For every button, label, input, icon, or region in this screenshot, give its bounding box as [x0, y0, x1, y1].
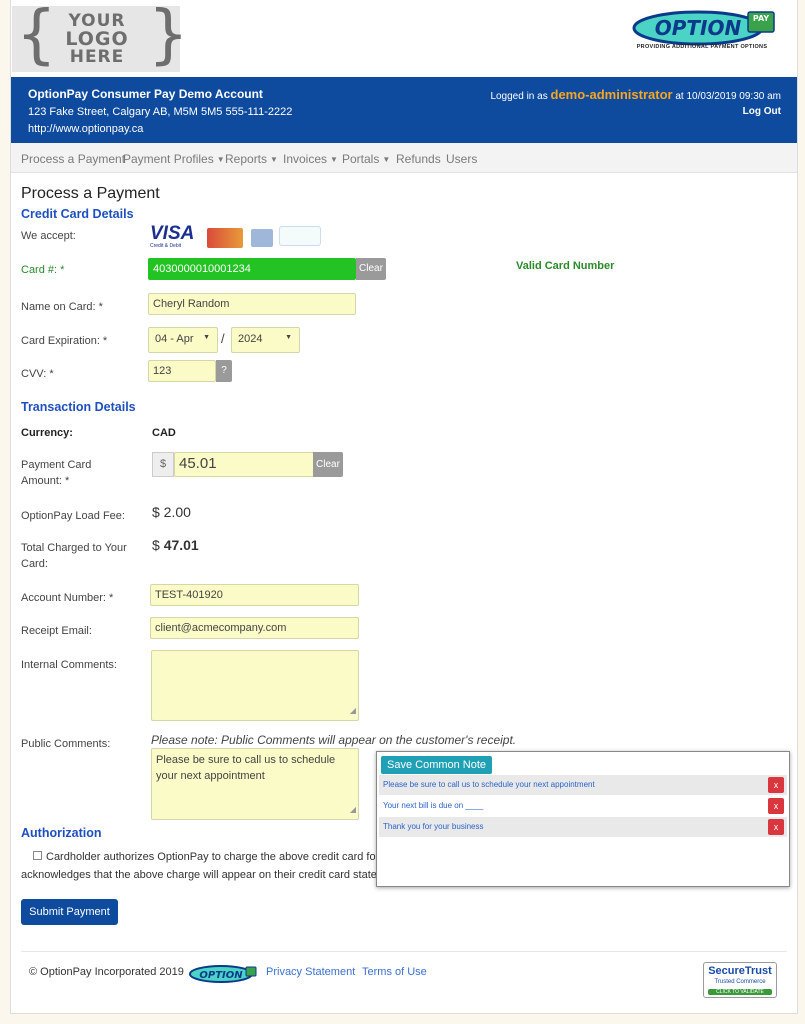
privacy-statement-link[interactable]: Privacy Statement: [266, 966, 355, 978]
card-number-label: Card #: *: [21, 264, 65, 276]
securetrust-badge[interactable]: SecureTrust Trusted Commerce CLICK TO VA…: [703, 962, 777, 998]
nav-reports[interactable]: Reports ▼: [225, 152, 278, 166]
remove-note-button[interactable]: x: [768, 798, 784, 814]
svg-text:PAY: PAY: [753, 14, 770, 23]
select-arrow-icon: ▼: [203, 334, 210, 341]
common-note-item[interactable]: Your next bill is due on ____ x: [379, 796, 787, 816]
caret-down-icon: ▼: [270, 155, 278, 164]
authorization-checkbox[interactable]: [33, 851, 42, 860]
cvv-input[interactable]: 123: [148, 360, 216, 382]
logo-placeholder-text: YOUR LOGO HERE: [65, 11, 129, 67]
payment-amount-label: Payment Card Amount: *: [21, 459, 92, 487]
credit-card-section-title: Credit Card Details: [21, 207, 134, 221]
main-nav: Process a Payment Payment Profiles ▼ Repo…: [11, 143, 797, 173]
caret-down-icon: ▼: [382, 155, 391, 164]
clear-amount-button[interactable]: Clear: [313, 452, 343, 477]
terms-of-use-link[interactable]: Terms of Use: [362, 966, 427, 978]
mastercard-logo: [207, 228, 243, 248]
clear-card-button[interactable]: Clear: [356, 258, 386, 280]
account-name: OptionPay Consumer Pay Demo Account: [28, 87, 263, 101]
common-note-item[interactable]: Please be sure to call us to schedule yo…: [379, 775, 787, 795]
expiry-month-select[interactable]: 04 - Apr ▼: [148, 327, 218, 353]
footer-optionpay-logo: OPTION: [189, 965, 257, 983]
load-fee-value: $ 2.00: [152, 504, 191, 520]
name-on-card-input[interactable]: Cheryl Random: [148, 293, 356, 315]
left-brace-icon: {: [16, 0, 57, 72]
receipt-email-input[interactable]: client@acmecompany.com: [150, 617, 359, 639]
nav-payment-profiles[interactable]: Payment Profiles ▼: [123, 152, 225, 166]
card-brand-logo: [279, 226, 321, 246]
username: demo-administrator: [550, 87, 673, 102]
name-on-card-label: Name on Card: *: [21, 301, 103, 313]
receipt-email-label: Receipt Email:: [21, 625, 92, 637]
logo-placeholder: { YOUR LOGO HERE }: [12, 2, 189, 72]
internal-comments-label: Internal Comments:: [21, 659, 117, 671]
account-number-label: Account Number: *: [21, 592, 114, 604]
authorization-section-title: Authorization: [21, 826, 102, 840]
account-address: 123 Fake Street, Calgary AB, M5M 5M5 555…: [28, 106, 293, 118]
submit-payment-button[interactable]: Submit Payment: [21, 899, 118, 925]
svg-text:OPTION: OPTION: [655, 16, 742, 40]
common-note-item[interactable]: Thank you for your business x: [379, 817, 787, 837]
account-website[interactable]: http://www.optionpay.ca: [28, 123, 143, 135]
amex-logo: [251, 229, 273, 247]
public-comments-textarea[interactable]: Please be sure to call us to schedule yo…: [151, 748, 359, 820]
payment-amount-input[interactable]: 45.01: [174, 452, 314, 477]
card-expiration-label: Card Expiration: *: [21, 335, 108, 347]
total-charged-label: Total Charged to Your Card:: [21, 542, 127, 570]
internal-comments-textarea[interactable]: ◢: [151, 650, 359, 721]
remove-note-button[interactable]: x: [768, 819, 784, 835]
public-comments-note: Please note: Public Comments will appear…: [151, 733, 517, 747]
page-title: Process a Payment: [21, 185, 160, 202]
logout-link[interactable]: Log Out: [743, 106, 781, 117]
resize-handle-icon: ◢: [349, 706, 356, 715]
footer-divider: [21, 951, 787, 952]
nav-refunds[interactable]: Refunds: [396, 152, 441, 166]
nav-process-payment[interactable]: Process a Payment: [21, 152, 125, 166]
select-arrow-icon: ▼: [285, 334, 292, 341]
total-charged-value: $ 47.01: [152, 537, 199, 553]
caret-down-icon: ▼: [216, 155, 225, 164]
currency-prefix: $: [152, 452, 174, 477]
we-accept-label: We accept:: [21, 230, 76, 242]
currency-label: Currency:: [21, 427, 73, 439]
expiry-separator: /: [221, 331, 225, 346]
nav-invoices[interactable]: Invoices ▼: [283, 152, 338, 166]
nav-portals[interactable]: Portals ▼: [342, 152, 390, 166]
resize-handle-icon: ◢: [349, 805, 356, 814]
cvv-label: CVV: *: [21, 368, 54, 380]
transaction-section-title: Transaction Details: [21, 400, 136, 414]
card-number-input[interactable]: 4030000010001234: [148, 258, 356, 280]
save-common-note-button[interactable]: Save Common Note: [381, 756, 493, 774]
expiry-year-select[interactable]: 2024 ▼: [231, 327, 300, 353]
currency-value: CAD: [152, 427, 176, 439]
remove-note-button[interactable]: x: [768, 777, 784, 793]
public-comments-label: Public Comments:: [21, 738, 111, 750]
load-fee-label: OptionPay Load Fee:: [21, 510, 125, 522]
card-validation-status: Valid Card Number: [516, 260, 615, 272]
footer-copyright: © OptionPay Incorporated 2019: [29, 966, 184, 978]
svg-text:OPTION: OPTION: [199, 970, 243, 981]
caret-down-icon: ▼: [330, 155, 338, 164]
nav-users[interactable]: Users: [446, 152, 477, 166]
visa-logo: VISA Credit & Debit: [150, 223, 195, 249]
brand-tagline: PROVIDING ADDITIONAL PAYMENT OPTIONS: [636, 44, 768, 50]
common-notes-popup: Save Common Note Please be sure to call …: [376, 751, 790, 887]
right-brace-icon: }: [148, 0, 189, 72]
cvv-help-button[interactable]: ?: [216, 360, 232, 382]
login-status: Logged in as demo-administrator at 10/03…: [490, 87, 781, 102]
account-number-input[interactable]: TEST-401920: [150, 584, 359, 606]
account-banner: OptionPay Consumer Pay Demo Account 123 …: [11, 77, 797, 143]
